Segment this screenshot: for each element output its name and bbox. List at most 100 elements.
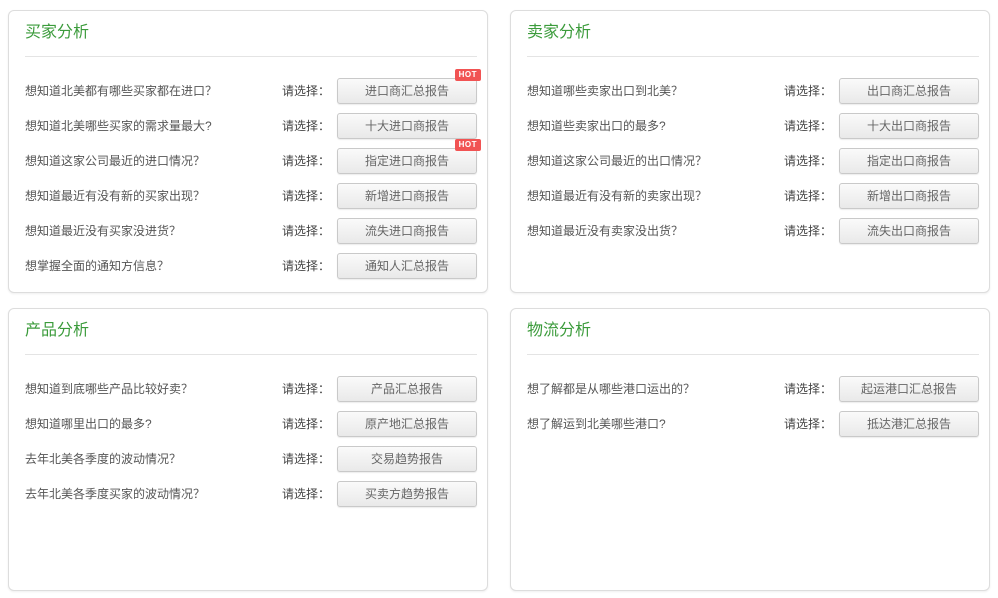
select-label: 请选择：: [282, 117, 330, 134]
question-text: 想知道这家公司最近的出口情况？: [527, 152, 784, 169]
report-button-wrap: 起运港口汇总报告 HOT: [839, 376, 979, 402]
select-label: 请选择：: [784, 380, 832, 397]
select-label: 请选择：: [282, 82, 330, 99]
question-text: 去年北美各季度的波动情况？: [25, 450, 282, 467]
panel-title-seller-analysis: 卖家分析: [527, 23, 979, 43]
report-row: 想了解运到北美哪些港口? 请选择： 抵达港汇总报告 HOT: [527, 406, 979, 441]
report-button-lost-importers[interactable]: 流失进口商报告: [337, 218, 477, 244]
report-button-notify-party-summary[interactable]: 通知人汇总报告: [337, 253, 477, 279]
report-button-origin-summary[interactable]: 原产地汇总报告: [337, 411, 477, 437]
panel-title-buyer-analysis: 买家分析: [25, 23, 477, 43]
question-text: 想知道哪些卖家出口到北美？: [527, 82, 784, 99]
question-text: 去年北美各季度买家的波动情况？: [25, 485, 282, 502]
report-button-trade-trend[interactable]: 交易趋势报告: [337, 446, 477, 472]
report-row: 去年北美各季度买家的波动情况？ 请选择： 买卖方趋势报告 HOT: [25, 476, 477, 511]
report-button-wrap: 流失出口商报告 HOT: [839, 218, 979, 244]
report-row: 想知道这家公司最近的出口情况？ 请选择： 指定出口商报告 HOT: [527, 143, 979, 178]
select-label: 请选择：: [784, 187, 832, 204]
report-button-loading-port-summary[interactable]: 起运港口汇总报告: [839, 376, 979, 402]
panel-title-logistics-analysis: 物流分析: [527, 321, 979, 341]
question-text: 想掌握全面的通知方信息？: [25, 257, 282, 274]
select-label: 请选择：: [282, 152, 330, 169]
question-text: 想了解都是从哪些港口运出的？: [527, 380, 784, 397]
report-button-lost-exporters[interactable]: 流失出口商报告: [839, 218, 979, 244]
select-label: 请选择：: [282, 415, 330, 432]
report-button-wrap: 指定出口商报告 HOT: [839, 148, 979, 174]
report-row: 想知道最近有没有新的卖家出现？ 请选择： 新增出口商报告 HOT: [527, 178, 979, 213]
report-button-wrap: 买卖方趋势报告 HOT: [337, 481, 477, 507]
report-button-wrap: 交易趋势报告 HOT: [337, 446, 477, 472]
select-label: 请选择：: [282, 380, 330, 397]
report-row: 想知道最近有没有新的买家出现？ 请选择： 新增进口商报告 HOT: [25, 178, 477, 213]
panel-logistics-analysis: 物流分析 想了解都是从哪些港口运出的？ 请选择： 起运港口汇总报告 HOT 想了…: [510, 308, 990, 591]
report-row: 想知道哪些卖家出口到北美？ 请选择： 出口商汇总报告 HOT: [527, 73, 979, 108]
question-text: 想知道哪里出口的最多?: [25, 415, 282, 432]
report-rows: 想知道到底哪些产品比较好卖？ 请选择： 产品汇总报告 HOT 想知道哪里出口的最…: [25, 355, 477, 511]
report-row: 想知道哪里出口的最多? 请选择： 原产地汇总报告 HOT: [25, 406, 477, 441]
report-button-wrap: 原产地汇总报告 HOT: [337, 411, 477, 437]
hot-badge: HOT: [455, 69, 481, 81]
report-button-wrap: 产品汇总报告 HOT: [337, 376, 477, 402]
report-button-wrap: 流失进口商报告 HOT: [337, 218, 477, 244]
report-row: 想知道这家公司最近的进口情况？ 请选择： 指定进口商报告 HOT: [25, 143, 477, 178]
select-label: 请选择：: [784, 152, 832, 169]
report-button-buyer-seller-trend[interactable]: 买卖方趋势报告: [337, 481, 477, 507]
report-button-wrap: 新增进口商报告 HOT: [337, 183, 477, 209]
question-text: 想知道北美哪些买家的需求量最大?: [25, 117, 282, 134]
report-row: 想知道北美哪些买家的需求量最大? 请选择： 十大进口商报告 HOT: [25, 108, 477, 143]
report-button-product-summary[interactable]: 产品汇总报告: [337, 376, 477, 402]
select-label: 请选择：: [784, 222, 832, 239]
report-button-top10-importers[interactable]: 十大进口商报告: [337, 113, 477, 139]
select-label: 请选择：: [784, 82, 832, 99]
report-button-specified-exporter[interactable]: 指定出口商报告: [839, 148, 979, 174]
report-row: 想知道些卖家出口的最多? 请选择： 十大出口商报告 HOT: [527, 108, 979, 143]
report-button-wrap: 十大进口商报告 HOT: [337, 113, 477, 139]
question-text: 想知道北美都有哪些买家都在进口？: [25, 82, 282, 99]
select-label: 请选择：: [282, 450, 330, 467]
select-label: 请选择：: [282, 222, 330, 239]
report-button-wrap: 指定进口商报告 HOT: [337, 148, 477, 174]
report-button-wrap: 通知人汇总报告 HOT: [337, 253, 477, 279]
hot-badge: HOT: [455, 139, 481, 151]
panel-product-analysis: 产品分析 想知道到底哪些产品比较好卖？ 请选择： 产品汇总报告 HOT 想知道哪…: [8, 308, 488, 591]
report-row: 想知道北美都有哪些买家都在进口？ 请选择： 进口商汇总报告 HOT: [25, 73, 477, 108]
select-label: 请选择：: [282, 187, 330, 204]
report-button-wrap: 十大出口商报告 HOT: [839, 113, 979, 139]
question-text: 想知道最近有没有新的买家出现？: [25, 187, 282, 204]
report-button-wrap: 出口商汇总报告 HOT: [839, 78, 979, 104]
report-button-specified-importer[interactable]: 指定进口商报告: [337, 148, 477, 174]
question-text: 想了解运到北美哪些港口?: [527, 415, 784, 432]
question-text: 想知道最近没有卖家没出货？: [527, 222, 784, 239]
report-button-importer-summary[interactable]: 进口商汇总报告: [337, 78, 477, 104]
report-rows: 想知道哪些卖家出口到北美？ 请选择： 出口商汇总报告 HOT 想知道些卖家出口的…: [527, 57, 979, 248]
question-text: 想知道到底哪些产品比较好卖？: [25, 380, 282, 397]
report-row: 去年北美各季度的波动情况？ 请选择： 交易趋势报告 HOT: [25, 441, 477, 476]
panel-seller-analysis: 卖家分析 想知道哪些卖家出口到北美？ 请选择： 出口商汇总报告 HOT 想知道些…: [510, 10, 990, 293]
question-text: 想知道最近没有买家没进货？: [25, 222, 282, 239]
select-label: 请选择：: [282, 257, 330, 274]
report-rows: 想了解都是从哪些港口运出的？ 请选择： 起运港口汇总报告 HOT 想了解运到北美…: [527, 355, 979, 441]
select-label: 请选择：: [784, 117, 832, 134]
report-button-wrap: 新增出口商报告 HOT: [839, 183, 979, 209]
report-row: 想知道最近没有买家没进货？ 请选择： 流失进口商报告 HOT: [25, 213, 477, 248]
report-row: 想了解都是从哪些港口运出的？ 请选择： 起运港口汇总报告 HOT: [527, 371, 979, 406]
report-button-wrap: 进口商汇总报告 HOT: [337, 78, 477, 104]
report-rows: 想知道北美都有哪些买家都在进口？ 请选择： 进口商汇总报告 HOT 想知道北美哪…: [25, 57, 477, 283]
panel-title-product-analysis: 产品分析: [25, 321, 477, 341]
report-row: 想掌握全面的通知方信息？ 请选择： 通知人汇总报告 HOT: [25, 248, 477, 283]
report-button-wrap: 抵达港汇总报告 HOT: [839, 411, 979, 437]
analysis-dashboard: 买家分析 想知道北美都有哪些买家都在进口？ 请选择： 进口商汇总报告 HOT 想…: [0, 0, 998, 598]
question-text: 想知道这家公司最近的进口情况？: [25, 152, 282, 169]
report-button-top10-exporters[interactable]: 十大出口商报告: [839, 113, 979, 139]
question-text: 想知道些卖家出口的最多?: [527, 117, 784, 134]
report-button-arrival-port-summary[interactable]: 抵达港汇总报告: [839, 411, 979, 437]
question-text: 想知道最近有没有新的卖家出现？: [527, 187, 784, 204]
report-button-new-exporters[interactable]: 新增出口商报告: [839, 183, 979, 209]
panel-buyer-analysis: 买家分析 想知道北美都有哪些买家都在进口？ 请选择： 进口商汇总报告 HOT 想…: [8, 10, 488, 293]
report-row: 想知道到底哪些产品比较好卖？ 请选择： 产品汇总报告 HOT: [25, 371, 477, 406]
report-row: 想知道最近没有卖家没出货？ 请选择： 流失出口商报告 HOT: [527, 213, 979, 248]
report-button-exporter-summary[interactable]: 出口商汇总报告: [839, 78, 979, 104]
select-label: 请选择：: [784, 415, 832, 432]
select-label: 请选择：: [282, 485, 330, 502]
report-button-new-importers[interactable]: 新增进口商报告: [337, 183, 477, 209]
